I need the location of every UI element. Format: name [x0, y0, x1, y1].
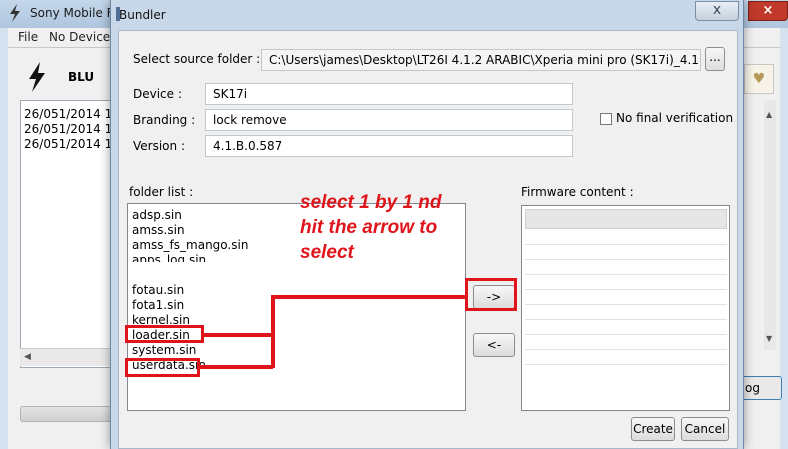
table-row [525, 319, 727, 320]
branding-field[interactable]: lock remove [205, 109, 573, 131]
background-close-button[interactable]: × [748, 1, 788, 21]
device-label: Device : [133, 87, 182, 101]
firmware-content-label: Firmware content : [521, 185, 634, 199]
log-line: 26/051/2014 19:5 [24, 122, 115, 136]
list-item[interactable]: fota1.sin [132, 298, 184, 312]
no-final-verification-checkbox[interactable] [600, 113, 612, 125]
annotation-connector [203, 333, 273, 337]
list-item[interactable]: adsp.sin [132, 208, 182, 222]
annotation-line: select [300, 242, 354, 263]
table-row [525, 334, 727, 335]
scroll-up-icon[interactable]: ▲ [766, 110, 772, 119]
lightning-icon [10, 4, 20, 22]
table-row [525, 304, 727, 305]
cancel-button[interactable]: Cancel [681, 417, 729, 441]
heart-icon[interactable]: ♥ [744, 64, 774, 94]
annotation-connector [271, 295, 275, 368]
table-row [525, 259, 727, 260]
arrow-highlight-box [465, 278, 517, 311]
loader-highlight-box [125, 325, 204, 343]
flash-icon[interactable] [26, 62, 48, 92]
log-button[interactable]: og [738, 376, 782, 400]
firmware-content-listbox[interactable] [521, 205, 730, 411]
annotation-connector [271, 295, 467, 299]
annotation-line: hit the arrow to [300, 217, 438, 238]
version-label: Version : [133, 139, 185, 153]
log-horizontal-scrollbar[interactable]: ◀ [20, 348, 116, 366]
source-folder-label: Select source folder : [133, 52, 261, 66]
no-final-verification-label: No final verification [616, 111, 734, 125]
menu-no-device[interactable]: No Device [49, 30, 110, 44]
folder-list-label: folder list : [129, 185, 194, 199]
list-item[interactable]: amss_fs_mango.sin [132, 238, 248, 252]
create-button[interactable]: Create [631, 417, 675, 441]
table-row [525, 289, 727, 290]
flash-label: BLU [68, 70, 95, 84]
log-line: 26/051/2014 19:5 [24, 107, 115, 121]
right-scrollbar[interactable] [764, 100, 776, 350]
list-gap [128, 262, 313, 282]
list-item[interactable]: system.sin [132, 343, 196, 357]
firmware-content-header [525, 209, 727, 229]
table-row [525, 364, 727, 365]
scroll-left-icon[interactable]: ◀ [24, 352, 31, 362]
table-row [525, 244, 727, 245]
branding-label: Branding : [133, 113, 196, 127]
remove-arrow-button[interactable]: <- [473, 333, 515, 357]
device-field[interactable]: SK17i [205, 83, 573, 105]
list-item[interactable]: fotau.sin [132, 283, 184, 297]
log-line: 26/051/2014 19:5 [24, 137, 115, 151]
log-panel: 26/051/2014 19:5 26/051/2014 19:5 26/051… [20, 100, 116, 368]
userdata-highlight-box [125, 358, 200, 377]
list-item[interactable]: amss.sin [132, 223, 185, 237]
dialog-title: Bundler [119, 8, 166, 22]
annotation-text: select 1 by 1 nd hit the arrow to select [300, 190, 520, 265]
source-folder-field[interactable]: C:\Users\james\Desktop\LT26I 4.1.2 ARABI… [261, 49, 701, 71]
scroll-down-icon[interactable]: ▼ [766, 334, 772, 343]
background-window-title: Sony Mobile Fl [30, 6, 117, 20]
dialog-close-button[interactable]: x [695, 1, 739, 21]
version-field[interactable]: 4.1.B.0.587 [205, 135, 573, 157]
menu-file[interactable]: File [18, 30, 38, 44]
browse-button[interactable]: ... [705, 47, 725, 71]
progress-bar [20, 406, 116, 422]
table-row [525, 349, 727, 350]
annotation-line: select 1 by 1 nd [300, 192, 442, 213]
table-row [525, 274, 727, 275]
annotation-connector [199, 365, 273, 369]
